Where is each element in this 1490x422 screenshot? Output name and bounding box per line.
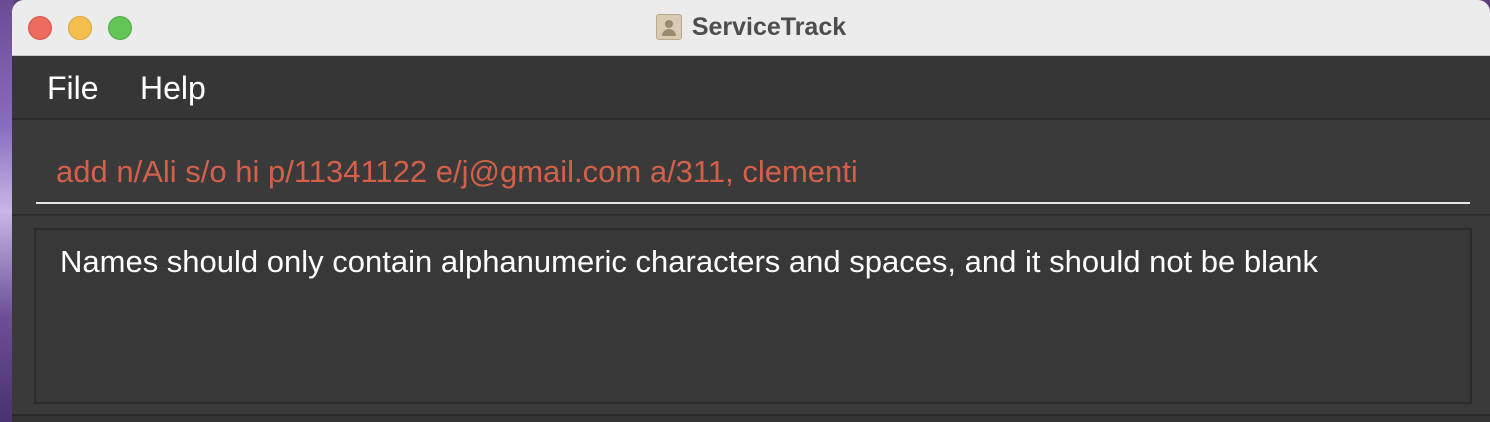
title-bar[interactable]: ServiceTrack — [12, 0, 1490, 56]
result-display-panel: Names should only contain alphanumeric c… — [12, 216, 1490, 422]
app-window: ServiceTrack File Help Names should only… — [12, 0, 1490, 422]
result-display-box[interactable]: Names should only contain alphanumeric c… — [34, 228, 1472, 404]
command-box-panel — [12, 120, 1490, 216]
menu-help[interactable]: Help — [140, 70, 206, 107]
window-title-group: ServiceTrack — [12, 12, 1490, 42]
window-title: ServiceTrack — [691, 12, 847, 41]
panel-divider — [12, 414, 1490, 422]
contact-card-icon — [655, 14, 682, 40]
menu-file[interactable]: File — [47, 70, 99, 107]
menu-bar: File Help — [12, 56, 1490, 120]
result-message: Names should only contain alphanumeric c… — [60, 244, 1318, 279]
command-input[interactable] — [36, 142, 1470, 204]
